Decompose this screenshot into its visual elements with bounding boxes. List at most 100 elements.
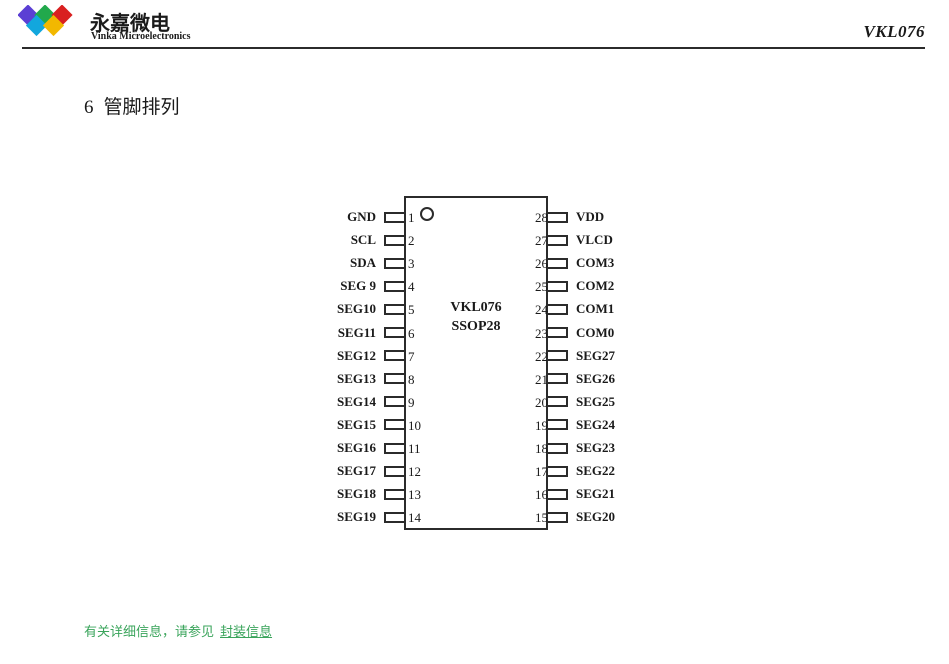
pin-row: SEG13 8 <box>300 370 415 387</box>
pin-label: SEG25 <box>576 393 616 409</box>
pin-number: 6 <box>408 325 415 341</box>
pin-row: 18 SEG23 <box>535 440 660 456</box>
pin-label: SEG23 <box>576 440 616 455</box>
pin-row: SEG16 11 <box>300 440 421 456</box>
package-info-link[interactable]: 封装信息 <box>220 624 272 639</box>
pin-label: GND <box>347 209 376 224</box>
section-title: 管脚排列 <box>103 97 180 118</box>
pin-number: 12 <box>408 464 421 480</box>
pin-row: 23 COM0 <box>535 324 660 341</box>
pin-row: 20 SEG25 <box>535 393 660 410</box>
pin-row: 25 COM2 <box>535 278 660 294</box>
pin-row: SEG 9 4 <box>300 278 414 294</box>
pin-label: VDD <box>576 209 605 224</box>
pin-label: SEG15 <box>336 416 376 432</box>
pin-label: SDA <box>349 255 376 271</box>
pin-label: SEG22 <box>576 463 616 479</box>
header-divider <box>22 47 925 49</box>
pin-label: SEG19 <box>336 509 376 525</box>
pin-number: 20 <box>535 394 548 410</box>
pin-row: 21 SEG26 <box>535 370 660 387</box>
pin-label: SEG 9 <box>340 278 376 294</box>
pin-row: 27 VLCD <box>535 232 660 248</box>
pin-number: 26 <box>535 256 548 272</box>
pin-label: SEG18 <box>336 486 376 502</box>
pinout-diagram: VKL076 SSOP28 GND 1 SCL 2 SDA 3 SEG 9 4 SEG10 5 SE… <box>300 185 660 540</box>
pin-row: 15 SEG20 <box>535 509 660 525</box>
pin-number: 5 <box>408 302 415 318</box>
pin-label: VLCD <box>576 232 613 248</box>
pin-row: 22 SEG27 <box>535 347 660 364</box>
page-title: 6 管脚排列 <box>84 92 180 119</box>
pin-row: SEG14 9 <box>300 393 415 410</box>
pin-number: 18 <box>535 441 548 456</box>
pin-number: 11 <box>408 441 421 456</box>
header-part-number: VKL076 <box>863 22 925 41</box>
pin-label: SEG27 <box>576 347 616 363</box>
pin-row: 26 COM3 <box>535 255 660 271</box>
pin-number: 24 <box>535 302 548 318</box>
page-header: 永嘉微电 Vinka Microelectronics VKL076 <box>0 0 949 56</box>
footer-note-text: 有关详细信息，请参见 <box>84 624 215 639</box>
pin-label: SEG10 <box>336 301 376 317</box>
pin-row: SCL 2 <box>300 232 415 248</box>
pin-number: 19 <box>535 417 548 433</box>
pin-row: 19 SEG24 <box>535 416 660 433</box>
section-number: 6 <box>84 97 94 118</box>
pin-number: 2 <box>408 233 415 249</box>
pin-row: GND 1 <box>300 209 414 225</box>
pin-row: 17 SEG22 <box>535 463 660 479</box>
chip-package-name: SSOP28 <box>451 319 501 334</box>
pin-number: 14 <box>408 510 421 526</box>
pin-number: 8 <box>408 371 415 387</box>
pin-number: 27 <box>535 233 548 249</box>
diamond-cluster-logo-icon <box>18 5 73 37</box>
pin-row: 28 VDD <box>535 209 660 225</box>
pin-label: COM0 <box>576 324 615 340</box>
pin-number: 17 <box>535 464 548 480</box>
pin-number: 22 <box>535 348 548 364</box>
chip-label: VKL076 SSOP28 <box>406 298 546 336</box>
pin-row: SEG12 7 <box>300 347 415 364</box>
pin1-indicator-circle-icon <box>420 207 434 221</box>
pin-label: SCL <box>350 232 376 248</box>
pin-number: 23 <box>535 325 548 341</box>
pin-label: SEG13 <box>336 370 376 386</box>
chip-part-name: VKL076 <box>450 300 502 315</box>
pin-number: 13 <box>408 487 421 503</box>
pin-number: 9 <box>408 394 415 410</box>
pin-label: SEG21 <box>576 486 616 502</box>
pin-number: 28 <box>535 210 548 225</box>
pin-label: SEG12 <box>336 347 376 363</box>
pin-label: COM1 <box>576 301 615 317</box>
pin-number: 7 <box>408 348 415 364</box>
pin-row: 24 COM1 <box>535 301 660 317</box>
pin-number: 21 <box>535 371 548 387</box>
pin-label: COM3 <box>576 255 615 271</box>
footer-note: 有关详细信息，请参见 封装信息 <box>84 621 272 640</box>
pin-label: SEG17 <box>336 463 376 479</box>
pin-label: SEG24 <box>576 416 616 432</box>
pin-label: SEG11 <box>337 324 376 340</box>
pin-row: SEG15 10 <box>300 416 421 433</box>
pin-number: 10 <box>408 417 421 433</box>
pin-number: 16 <box>535 487 548 503</box>
chip-body: VKL076 SSOP28 <box>404 196 548 530</box>
pin-label: SEG16 <box>336 440 376 455</box>
pin-row: SEG18 13 <box>300 486 421 502</box>
pin-label: SEG20 <box>576 509 616 525</box>
pin-row: SEG10 5 <box>300 301 415 317</box>
pin-number: 4 <box>408 279 415 295</box>
pin-row: SEG11 6 <box>300 324 415 341</box>
pin-number: 25 <box>535 279 548 295</box>
pin-row: SEG17 12 <box>300 463 421 479</box>
pin-number: 3 <box>408 256 415 272</box>
pin-label: SEG26 <box>576 370 616 386</box>
pin-number: 15 <box>535 510 548 526</box>
pin-label: COM2 <box>576 278 615 294</box>
pin-label: SEG14 <box>336 393 376 409</box>
pin-number: 1 <box>408 210 415 225</box>
pin-row: SDA 3 <box>300 255 415 271</box>
pin-row: 16 SEG21 <box>535 486 660 502</box>
brand-name-en: Vinka Microelectronics <box>91 31 191 42</box>
